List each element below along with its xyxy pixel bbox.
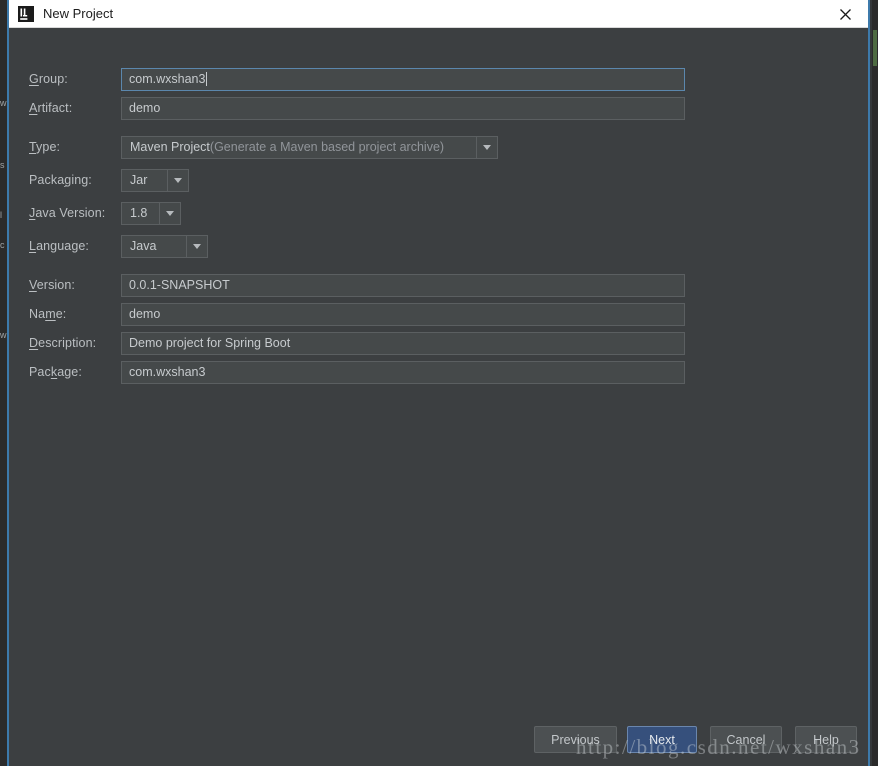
java-version-dropdown[interactable]: 1.8 — [121, 201, 181, 225]
form-row-group: Group: com.wxshan3 — [29, 67, 685, 91]
chevron-down-glyph — [174, 177, 182, 183]
form-row-artifact: Artifact: demo — [29, 96, 685, 120]
language-dropdown[interactable]: Java — [121, 234, 208, 258]
intellij-idea-icon — [17, 5, 34, 22]
help-button[interactable]: Help — [795, 726, 857, 753]
form-row-packaging: Packaging: Jar — [29, 168, 189, 192]
group-input-value: com.wxshan3 — [129, 72, 206, 86]
background-text-fragment: s — [0, 160, 5, 170]
form-row-language: Language: Java — [29, 234, 208, 258]
version-input[interactable]: 0.0.1-SNAPSHOT — [121, 273, 685, 297]
label-type: Type: — [29, 140, 61, 154]
description-input-value: Demo project for Spring Boot — [129, 336, 291, 350]
cancel-button[interactable]: Cancel — [710, 726, 782, 753]
label-packaging: Packaging: — [29, 173, 92, 187]
label-artifact: Artifact: — [29, 101, 73, 115]
dialog-title: New Project — [43, 6, 114, 21]
background-text-fragment: w — [0, 98, 7, 108]
description-input[interactable]: Demo project for Spring Boot — [121, 331, 685, 355]
background-text-fragment: c — [0, 240, 5, 250]
next-button[interactable]: Next — [627, 726, 697, 753]
dialog-titlebar[interactable]: New Project — [9, 0, 868, 28]
name-input[interactable]: demo — [121, 302, 685, 326]
chevron-down-icon[interactable] — [476, 136, 497, 158]
chevron-down-icon[interactable] — [159, 202, 180, 224]
close-icon[interactable] — [822, 0, 868, 28]
label-language: Language: — [29, 239, 89, 253]
packaging-dropdown-value: Jar — [130, 173, 148, 187]
artifact-input-value: demo — [129, 101, 161, 115]
dialog-button-bar: Previous Next Cancel Help — [9, 726, 868, 754]
dialog-body: Group: com.wxshan3 Artifact: demo Type: Maven… — [9, 28, 868, 766]
chevron-down-glyph — [166, 210, 174, 216]
package-input[interactable]: com.wxshan3 — [121, 360, 685, 384]
label-group: Group: — [29, 72, 68, 86]
label-name: Name: — [29, 307, 67, 321]
packaging-dropdown[interactable]: Jar — [121, 168, 189, 192]
desktop-background: wslcw New Project Group: com.wxshan3 Art… — [0, 0, 878, 766]
artifact-input[interactable]: demo — [121, 96, 685, 120]
label-package: Package: — [29, 365, 82, 379]
chevron-down-icon[interactable] — [186, 235, 207, 257]
type-dropdown[interactable]: Maven Project (Generate a Maven based pr… — [121, 135, 498, 159]
type-dropdown-hint: (Generate a Maven based project archive) — [209, 140, 445, 154]
background-window-right-edge — [872, 0, 878, 766]
language-dropdown-value: Java — [130, 239, 157, 253]
chevron-down-glyph — [483, 144, 491, 150]
form-row-name: Name: demo — [29, 302, 685, 326]
package-input-value: com.wxshan3 — [129, 365, 206, 379]
name-input-value: demo — [129, 307, 161, 321]
text-caret — [206, 72, 208, 86]
java-version-dropdown-value: 1.8 — [130, 206, 148, 220]
label-version: Version: — [29, 278, 75, 292]
group-input[interactable]: com.wxshan3 — [121, 67, 685, 91]
form-row-java-version: Java Version: 1.8 — [29, 201, 181, 225]
chevron-down-icon[interactable] — [167, 169, 188, 191]
new-project-dialog: New Project Group: com.wxshan3 Artifact: de… — [7, 0, 870, 766]
chevron-down-glyph — [193, 243, 201, 249]
form-row-version: Version: 0.0.1-SNAPSHOT — [29, 273, 685, 297]
label-java-version: Java Version: — [29, 206, 106, 220]
form-row-type: Type: Maven Project (Generate a Maven bas… — [29, 135, 498, 159]
label-description: Description: — [29, 336, 97, 350]
type-dropdown-value: Maven Project (Generate a Maven based pr… — [130, 140, 445, 154]
version-input-value: 0.0.1-SNAPSHOT — [129, 278, 230, 292]
background-text-fragment: w — [0, 330, 7, 340]
previous-button[interactable]: Previous — [534, 726, 617, 753]
form-row-package: Package: com.wxshan3 — [29, 360, 685, 384]
background-text-fragment: l — [0, 210, 2, 220]
background-window-accent — [873, 30, 877, 66]
form-row-description: Description: Demo project for Spring Boot — [29, 331, 685, 355]
